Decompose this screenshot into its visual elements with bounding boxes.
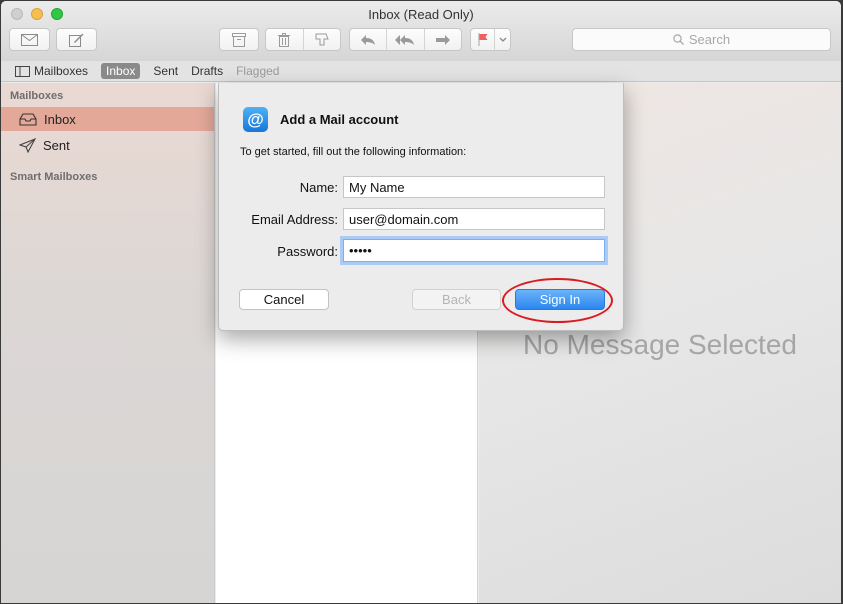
name-field[interactable]: [343, 176, 605, 198]
title-bar: Inbox (Read Only) Search: [1, 1, 841, 61]
flag-group: [470, 28, 511, 51]
dialog-intro-text: To get started, fill out the following i…: [240, 146, 467, 158]
reply-icon: [361, 34, 376, 45]
sidebar-item-label: Sent: [43, 137, 70, 153]
search-placeholder: Search: [688, 32, 731, 47]
get-mail-button[interactable]: [9, 28, 50, 51]
email-field[interactable]: [343, 208, 605, 230]
compose-button[interactable]: [56, 28, 97, 51]
favorite-drafts[interactable]: Drafts: [191, 64, 223, 78]
name-label: Name:: [299, 180, 338, 195]
junk-button[interactable]: [304, 29, 341, 50]
reply-all-icon: [395, 34, 415, 45]
forward-button[interactable]: [425, 29, 461, 50]
chevron-down-icon: [499, 37, 506, 42]
flag-icon: [477, 33, 487, 46]
favorite-flagged[interactable]: Flagged: [236, 64, 279, 78]
window-title: Inbox (Read Only): [368, 7, 474, 22]
annotation-circle: [502, 278, 613, 323]
paper-plane-icon: [19, 137, 36, 153]
reply-all-button[interactable]: [387, 29, 425, 50]
forward-icon: [435, 34, 450, 45]
flag-button[interactable]: [471, 29, 495, 50]
delete-button[interactable]: [266, 29, 304, 50]
trash-icon: [278, 32, 291, 47]
compose-icon: [69, 33, 84, 47]
cancel-button[interactable]: Cancel: [239, 289, 329, 310]
archive-button[interactable]: [219, 28, 259, 51]
sidebar: Mailboxes Inbox Sent Smart Mailboxes: [1, 83, 215, 603]
no-message-placeholder: No Message Selected: [523, 329, 797, 360]
at-sign-icon: @: [243, 107, 268, 132]
sidebar-item-inbox[interactable]: Inbox: [1, 107, 214, 131]
archive-icon: [232, 32, 246, 47]
search-icon: [673, 34, 684, 45]
favorite-inbox[interactable]: Inbox: [101, 63, 141, 79]
password-label: Password:: [277, 244, 338, 259]
sidebar-toggle-icon: [15, 65, 30, 77]
sidebar-heading-smart-mailboxes: Smart Mailboxes: [10, 171, 98, 183]
email-label: Email Address:: [251, 212, 338, 227]
sidebar-heading-mailboxes: Mailboxes: [10, 90, 64, 102]
envelope-icon: [21, 33, 38, 46]
mail-window: Inbox (Read Only) Search Mailboxes Inbox…: [1, 1, 841, 603]
sidebar-item-sent[interactable]: Sent: [1, 133, 214, 157]
flag-menu-button[interactable]: [495, 29, 510, 50]
reply-forward-group: [349, 28, 462, 51]
inbox-tray-icon: [19, 112, 37, 126]
junk-icon: [315, 33, 329, 45]
delete-junk-group: [265, 28, 341, 51]
search-field[interactable]: Search: [572, 28, 831, 51]
reply-button[interactable]: [350, 29, 388, 50]
favorite-label: Mailboxes: [34, 64, 89, 78]
password-field[interactable]: [343, 239, 605, 262]
sidebar-item-label: Inbox: [44, 111, 76, 127]
dialog-title: Add a Mail account: [280, 112, 399, 127]
back-button[interactable]: Back: [412, 289, 501, 310]
favorite-mailboxes[interactable]: Mailboxes: [15, 64, 88, 78]
favorites-bar: Mailboxes Inbox Sent Drafts Flagged: [1, 61, 841, 82]
favorite-sent[interactable]: Sent: [153, 64, 178, 78]
